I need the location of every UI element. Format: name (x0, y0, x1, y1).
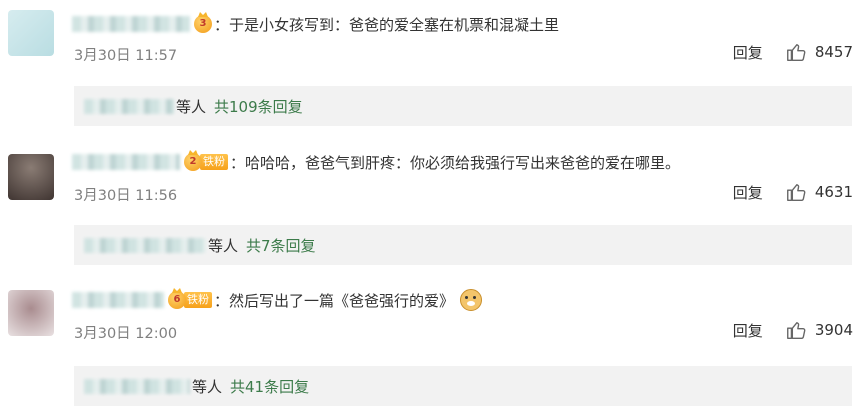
username[interactable] (72, 292, 164, 308)
reply-summary[interactable]: 等人 共41条回复 (74, 366, 852, 406)
comment-text: ：于是小女孩写到：爸爸的爱全塞在机票和混凝土里 (214, 15, 560, 34)
thumbs-up-icon[interactable] (785, 41, 807, 63)
fan-badge[interactable]: 6 铁粉 (168, 291, 212, 309)
crown-icon: 6 (168, 291, 186, 309)
avatar[interactable] (8, 154, 54, 200)
doge-emoji-icon (460, 289, 483, 311)
reply-prefix: 等人 (176, 97, 207, 116)
comment-time: 3月30日 11:57 (74, 48, 178, 64)
reply-usernames (84, 378, 190, 394)
fan-label: 铁粉 (200, 154, 228, 170)
comment-text: ：然后写出了一篇《爸爸强行的爱》 (214, 291, 455, 310)
reply-button[interactable]: 回复 (733, 320, 763, 341)
crown-icon: 2 (184, 153, 202, 171)
rank-badge[interactable]: 3 (194, 15, 212, 33)
reply-button[interactable]: 回复 (733, 42, 763, 63)
reply-prefix: 等人 (192, 377, 223, 396)
thumbs-up-icon[interactable] (785, 181, 807, 203)
reply-usernames (84, 237, 206, 253)
reply-usernames (84, 98, 174, 114)
reply-count-link[interactable]: 共41条回复 (230, 376, 309, 397)
like-count: 4631 (814, 183, 853, 201)
reply-prefix: 等人 (208, 236, 239, 255)
username[interactable] (72, 16, 190, 32)
reply-summary[interactable]: 等人 共7条回复 (74, 225, 852, 265)
fan-badge[interactable]: 2 铁粉 (184, 153, 228, 171)
like-count: 3904 (814, 321, 853, 339)
comment-time: 3月30日 12:00 (74, 326, 178, 342)
reply-count-link[interactable]: 共109条回复 (214, 96, 303, 117)
reply-count-link[interactable]: 共7条回复 (246, 235, 316, 256)
fan-label: 铁粉 (184, 292, 212, 308)
username[interactable] (72, 154, 180, 170)
thumbs-up-icon[interactable] (785, 319, 807, 341)
reply-button[interactable]: 回复 (733, 182, 763, 203)
crown-icon: 3 (194, 15, 212, 33)
like-count: 8457 (814, 43, 853, 61)
comment-time: 3月30日 11:56 (74, 188, 178, 204)
avatar[interactable] (8, 290, 54, 336)
avatar[interactable] (8, 10, 54, 56)
comment-text: ：哈哈哈，爸爸气到肝疼：你必须给我强行写出来爸爸的爱在哪里。 (230, 153, 681, 172)
reply-summary[interactable]: 等人 共109条回复 (74, 86, 852, 126)
